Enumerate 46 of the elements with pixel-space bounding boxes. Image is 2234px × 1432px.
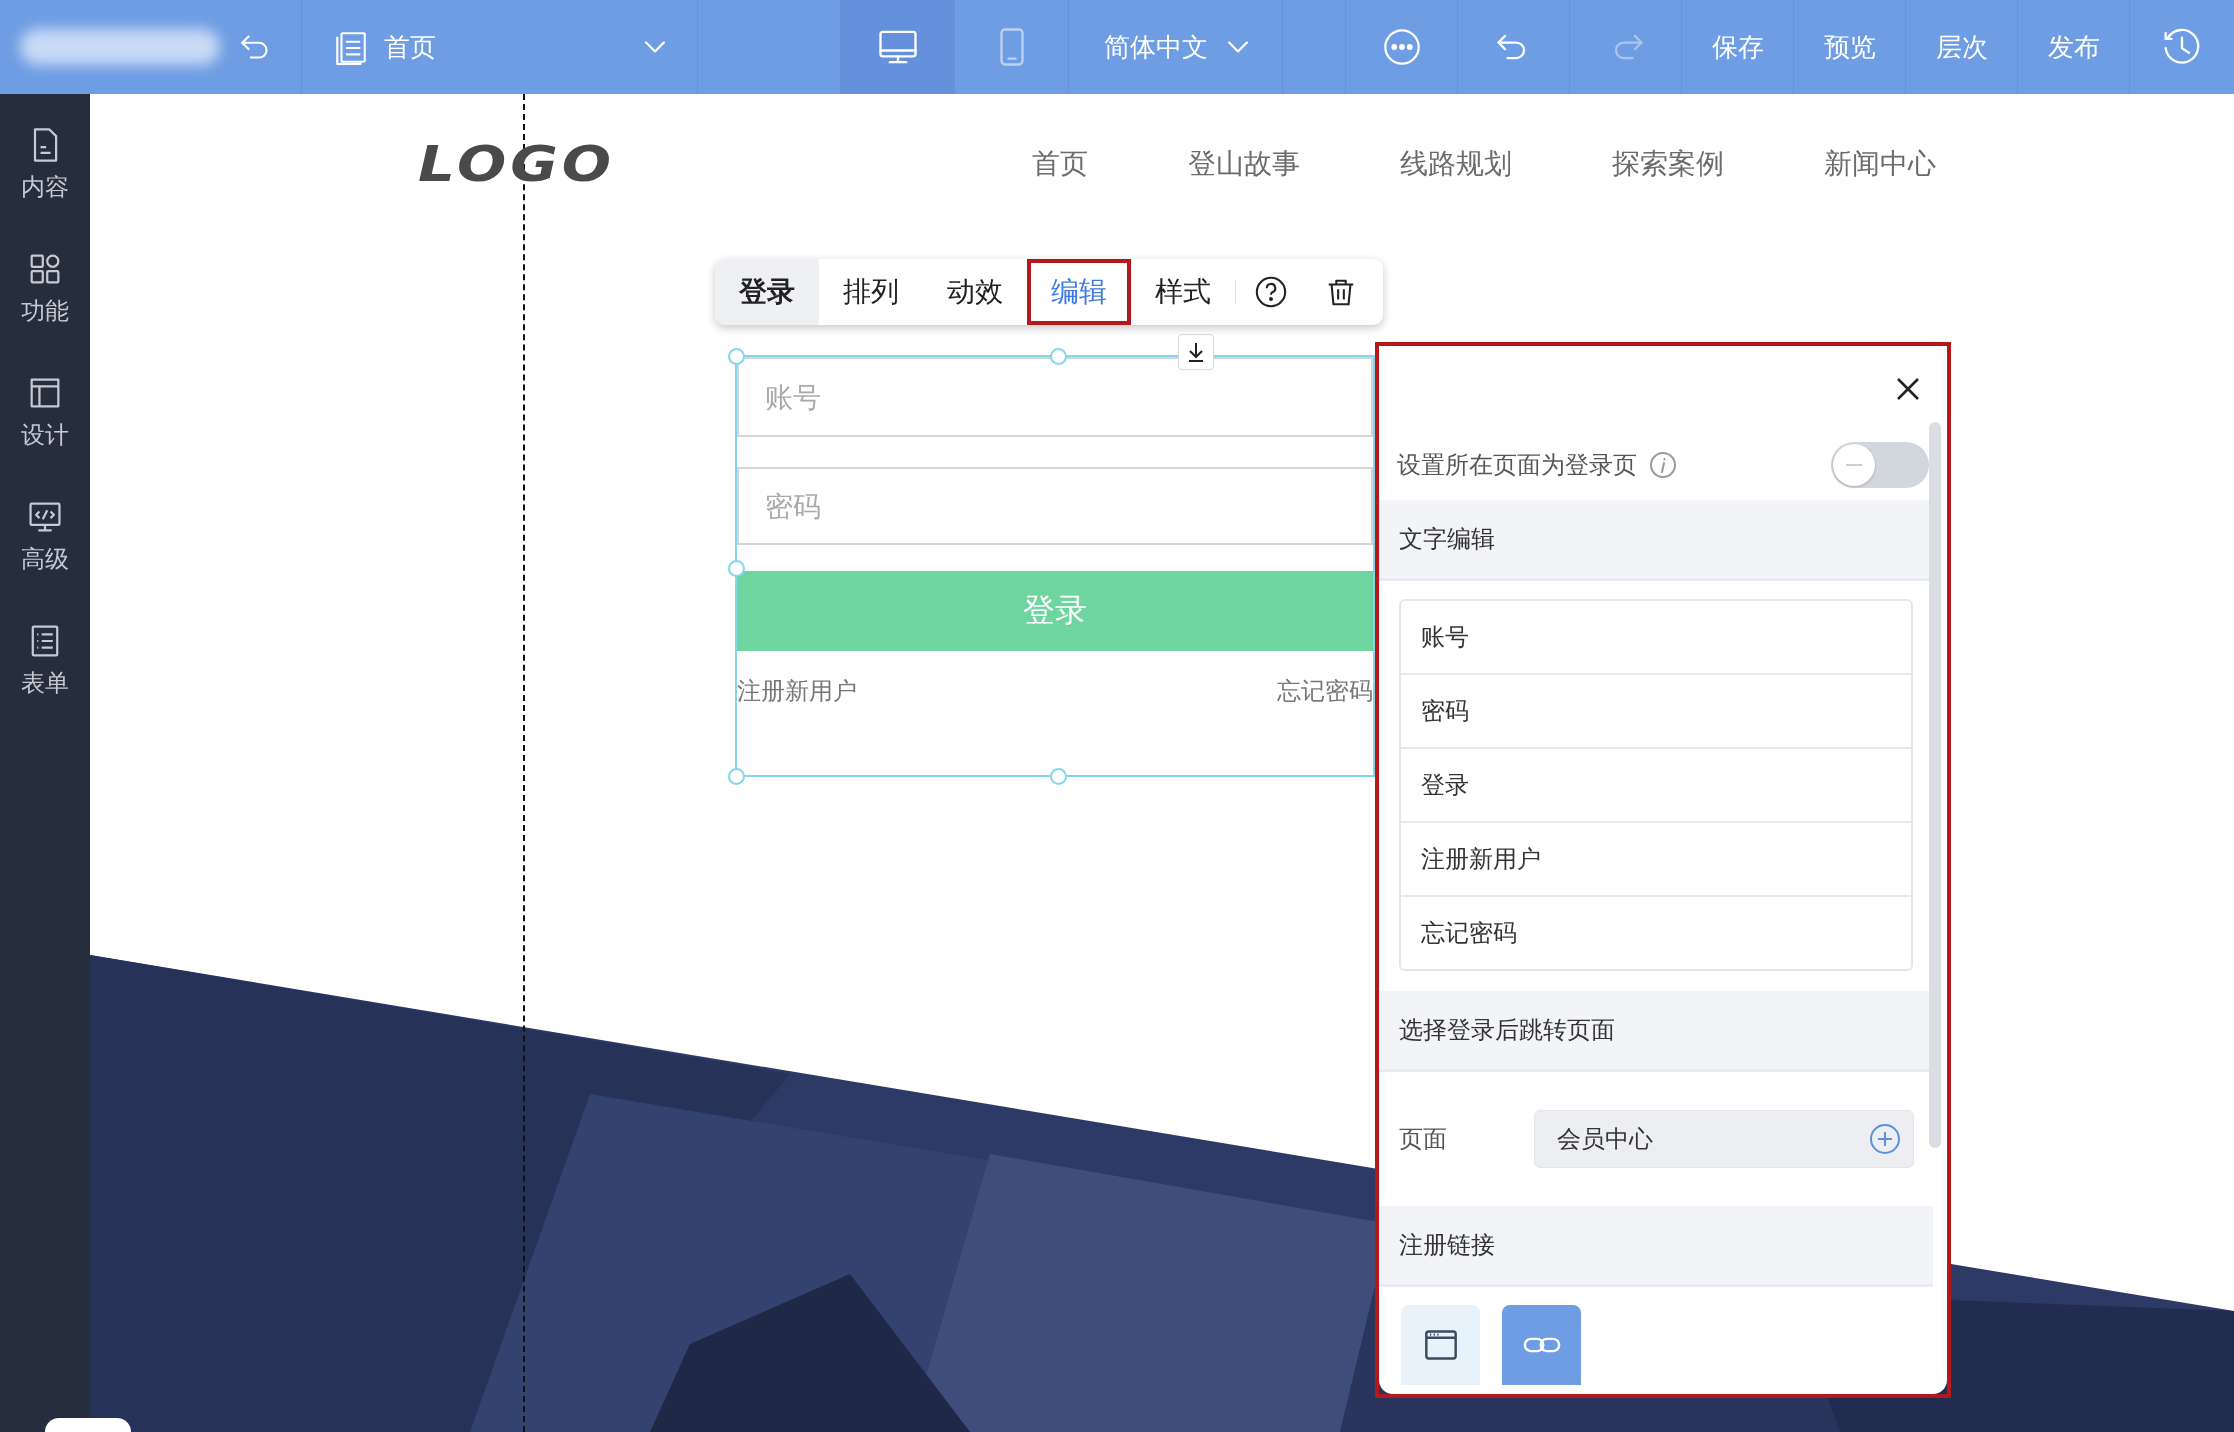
resize-handle[interactable] [1050, 348, 1067, 365]
sidebar-item[interactable]: 设计 [0, 350, 90, 474]
section-header: 注册链接 [1379, 1206, 1933, 1287]
account-field[interactable]: 账号 [737, 357, 1373, 437]
text-item[interactable]: 注册新用户 [1401, 821, 1911, 895]
desktop-button[interactable] [841, 0, 955, 94]
sidebar-item[interactable]: 表单 [0, 598, 90, 722]
toolbar-tab[interactable]: 编辑 [1027, 259, 1131, 325]
nav-link[interactable]: 首页 [1032, 145, 1089, 183]
toggle-label: 设置所在页面为登录页 [1397, 450, 1637, 481]
nav-link[interactable]: 线路规划 [1400, 145, 1513, 183]
text-item[interactable]: 密码 [1401, 673, 1911, 747]
sidebar-item[interactable]: 高级 [0, 474, 90, 598]
resize-handle[interactable] [728, 560, 745, 577]
add-icon [1869, 1123, 1901, 1155]
sidebar-item[interactable]: 内容 [0, 102, 90, 226]
nav-link[interactable]: 探索案例 [1612, 145, 1725, 183]
register-link[interactable]: 注册新用户 [737, 675, 857, 707]
toggle-switch[interactable] [1831, 442, 1929, 488]
text-item[interactable]: 登录 [1401, 747, 1911, 821]
chevron-down-icon [1227, 41, 1248, 53]
field-label: 页面 [1399, 1124, 1448, 1155]
toolbar-tab[interactable]: 动效 [923, 259, 1027, 325]
sidebar-item[interactable]: 功能 [0, 226, 90, 350]
nav-link[interactable]: 新闻中心 [1824, 145, 1937, 183]
component-name: 登录 [715, 259, 819, 325]
password-field[interactable]: 密码 [737, 467, 1373, 545]
toolbar-tab[interactable]: 样式 [1131, 259, 1235, 325]
info-icon [1649, 451, 1677, 479]
text-item[interactable]: 账号 [1401, 601, 1911, 673]
chevron-down-icon [645, 41, 665, 53]
logo: LOGO [418, 135, 616, 193]
help-icon [1254, 275, 1288, 309]
resize-handle[interactable] [728, 768, 745, 785]
nav-link[interactable]: 登山故事 [1188, 145, 1301, 183]
download-button[interactable] [1178, 334, 1214, 370]
resize-handle[interactable] [728, 348, 745, 365]
floating-button[interactable] [45, 1418, 131, 1432]
resize-handle[interactable] [1050, 768, 1067, 785]
forgot-password-link[interactable]: 忘记密码 [1277, 675, 1373, 707]
scrollbar[interactable] [1929, 422, 1941, 1148]
toolbar-tab[interactable]: 排列 [819, 259, 923, 325]
text-item[interactable]: 忘记密码 [1401, 895, 1911, 969]
close-icon [1895, 376, 1921, 402]
link-type-option[interactable] [1401, 1305, 1480, 1385]
page-select[interactable]: 会员中心 [1534, 1110, 1914, 1168]
